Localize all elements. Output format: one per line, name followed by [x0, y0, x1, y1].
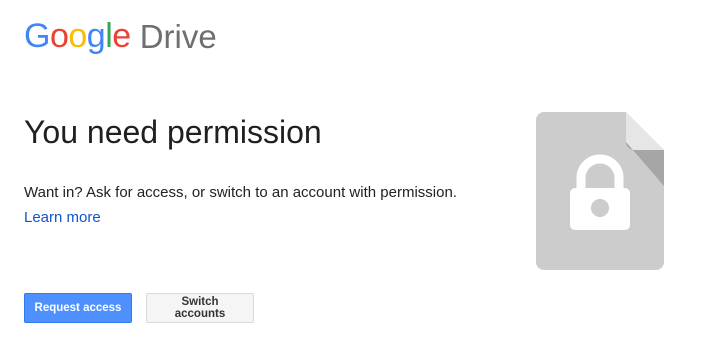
logo-letter: e — [112, 17, 131, 55]
learn-more-link[interactable]: Learn more — [24, 209, 101, 226]
page-title: You need permission — [24, 114, 322, 150]
locked-file-icon — [536, 112, 664, 270]
switch-accounts-button[interactable]: Switch accounts — [146, 293, 254, 323]
logo-letter: o — [49, 17, 69, 55]
message-text: Want in? Ask for access, or switch to an… — [24, 184, 457, 201]
logo-letter: o — [68, 17, 87, 55]
product-name: Drive — [139, 17, 217, 55]
logo-letter: l — [105, 17, 113, 55]
permission-page: Google Drive You need permission Want in… — [0, 0, 709, 349]
logo-letter: G — [24, 17, 50, 55]
google-drive-logo[interactable]: Google Drive — [24, 14, 217, 58]
logo-letter: g — [86, 17, 106, 55]
request-access-button[interactable]: Request access — [24, 293, 132, 323]
action-buttons: Request access Switch accounts — [24, 293, 254, 323]
permission-message: Want in? Ask for access, or switch to an… — [24, 181, 499, 230]
